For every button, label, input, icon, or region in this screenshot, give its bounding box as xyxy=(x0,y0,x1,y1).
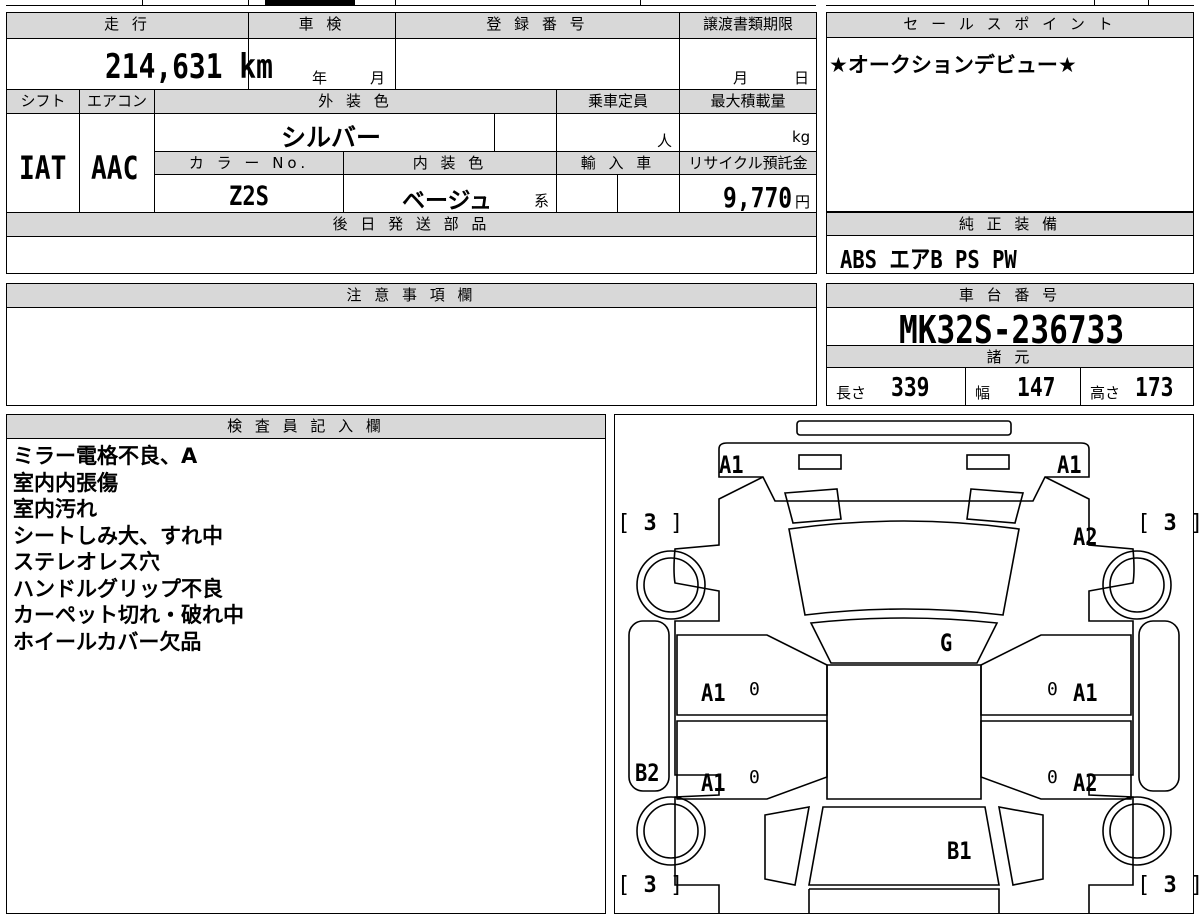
exterior-color-header: 外 装 色 xyxy=(155,90,556,113)
recycle-header: リサイクル預託金 xyxy=(680,152,816,174)
transfer-day-unit: 日 xyxy=(794,69,810,87)
registration-header: 登 録 番 号 xyxy=(396,13,679,38)
equipment-text: ABS エアB PS PW xyxy=(840,245,1017,274)
shift-value: IAT xyxy=(19,149,67,187)
ac-header: エアコン xyxy=(80,90,154,113)
windshield xyxy=(788,520,1020,616)
sales-point-box: セ ー ル ス ポ イ ン ト ★オークションデビュー★ xyxy=(826,12,1194,212)
recycle-value: 9,770 xyxy=(723,181,793,214)
inspector-line: ステレオレス穴 xyxy=(13,550,160,574)
sales-point-header: セ ー ル ス ポ イ ン ト xyxy=(827,13,1193,38)
inspection-header: 車 検 xyxy=(249,13,395,38)
mark-front-right-fender: A2 xyxy=(1073,523,1098,551)
top-strip xyxy=(0,0,1200,6)
mark-left-side: B2 xyxy=(635,759,660,787)
door-zero: 0 xyxy=(1047,767,1058,788)
height-value: 173 xyxy=(1135,373,1174,403)
car-diagram-box: A1 A1 A2 G A1 0 0 A1 B2 A1 0 0 A2 B1 [ 3… xyxy=(614,414,1200,914)
mark-windshield: G xyxy=(940,629,953,657)
length-value: 339 xyxy=(891,373,930,403)
exterior-color-value: シルバー xyxy=(281,123,382,152)
sales-point-text: ★オークションデビュー★ xyxy=(829,53,1077,77)
inspector-lines: ミラー電格不良、A 室内内張傷 室内汚れ シートしみ大、すれ中 ステレオレス穴 … xyxy=(13,443,244,655)
right-headlight xyxy=(966,454,1010,470)
rear-bumper xyxy=(808,888,1000,913)
length-label: 長さ xyxy=(836,384,867,402)
tread-rear-right: [ 3 ] xyxy=(1137,873,1200,898)
roof-panel xyxy=(809,617,999,664)
mark-left-front-door: A1 xyxy=(701,679,726,707)
vehicle-info-table: 走 行 車 検 登 録 番 号 譲渡書類期限 214,631 km 年 月 月 … xyxy=(6,12,817,274)
color-no-header: カ ラ ー No. xyxy=(155,152,343,174)
mark-right-rear-door: A2 xyxy=(1073,769,1098,797)
tread-front-left: [ 3 ] xyxy=(617,511,684,536)
cabin xyxy=(826,664,982,800)
inspector-line: 室内汚れ xyxy=(13,497,97,521)
color-no-value: Z2S xyxy=(229,181,270,212)
inspector-line: ハンドルグリップ不良 xyxy=(13,576,223,601)
left-headlight xyxy=(798,454,842,470)
tread-rear-left: [ 3 ] xyxy=(617,873,684,898)
transfer-month-unit: 月 xyxy=(733,69,749,87)
body-outline xyxy=(673,476,1135,913)
car-diagram xyxy=(628,420,1180,913)
left-vent-window xyxy=(783,488,842,524)
inspector-line: ホイールカバー欠品 xyxy=(13,629,202,654)
max-load-unit: kg xyxy=(792,128,811,146)
mark-front-left: A1 xyxy=(719,451,744,479)
chassis-header: 車 台 番 号 xyxy=(827,284,1193,308)
inspection-year-unit: 年 xyxy=(312,69,328,87)
mileage-header: 走 行 xyxy=(7,13,248,38)
equipment-header: 純 正 装 備 xyxy=(827,213,1193,236)
door-zero: 0 xyxy=(749,679,760,700)
left-front-door xyxy=(676,634,828,716)
left-rear-quarter xyxy=(764,806,810,886)
door-zero: 0 xyxy=(1047,679,1058,700)
inspector-box: 検 査 員 記 入 欄 ミラー電格不良、A 室内内張傷 室内汚れ シートしみ大、… xyxy=(6,414,606,914)
right-front-door xyxy=(980,634,1132,716)
tread-front-right: [ 3 ] xyxy=(1137,511,1200,536)
door-zero: 0 xyxy=(749,767,760,788)
import-header: 輸 入 車 xyxy=(557,152,679,174)
height-label: 高さ xyxy=(1090,384,1121,402)
width-label: 幅 xyxy=(975,384,991,402)
right-vent-window xyxy=(966,488,1025,524)
right-side-sill xyxy=(1138,620,1180,792)
notes-box: 注 意 事 項 欄 xyxy=(6,283,817,406)
mark-right-front-door: A1 xyxy=(1073,679,1098,707)
max-load-header: 最大積載量 xyxy=(680,90,816,113)
inspector-line: カーペット切れ・破れ中 xyxy=(13,603,244,627)
ac-value: AAC xyxy=(91,149,139,187)
mark-rear: B1 xyxy=(947,837,972,865)
width-value: 147 xyxy=(1017,373,1056,403)
inspector-line: シートしみ大、すれ中 xyxy=(13,523,223,548)
mark-left-rear-door: A1 xyxy=(701,769,726,797)
interior-color-suffix: 系 xyxy=(534,192,550,210)
mark-front-right: A1 xyxy=(1057,451,1082,479)
interior-color-value: ベージュ xyxy=(402,188,492,214)
transfer-deadline-header: 譲渡書類期限 xyxy=(680,13,816,38)
notes-header: 注 意 事 項 欄 xyxy=(7,284,816,308)
capacity-unit: 人 xyxy=(657,132,673,150)
front-bumper xyxy=(796,420,1012,436)
interior-color-header: 内 装 色 xyxy=(344,152,556,174)
specs-header: 諸 元 xyxy=(827,345,1193,368)
wheels xyxy=(636,550,1172,866)
inspector-line: 室内内張傷 xyxy=(13,470,118,495)
chassis-box: 車 台 番 号 MK32S-236733 諸 元 長さ 339 幅 147 高さ… xyxy=(826,283,1194,406)
inspection-month-unit: 月 xyxy=(370,69,386,87)
right-rear-quarter xyxy=(998,806,1044,886)
equipment-box: 純 正 装 備 ABS エアB PS PW xyxy=(826,212,1194,274)
capacity-header: 乗車定員 xyxy=(557,90,679,113)
inspector-header: 検 査 員 記 入 欄 xyxy=(7,415,605,439)
inspector-line: ミラー電格不良、A xyxy=(13,444,198,468)
recycle-unit: 円 xyxy=(795,193,811,211)
front-grille xyxy=(718,442,1090,502)
shift-header: シフト xyxy=(7,90,79,113)
later-parts-header: 後 日 発 送 部 品 xyxy=(7,213,816,236)
